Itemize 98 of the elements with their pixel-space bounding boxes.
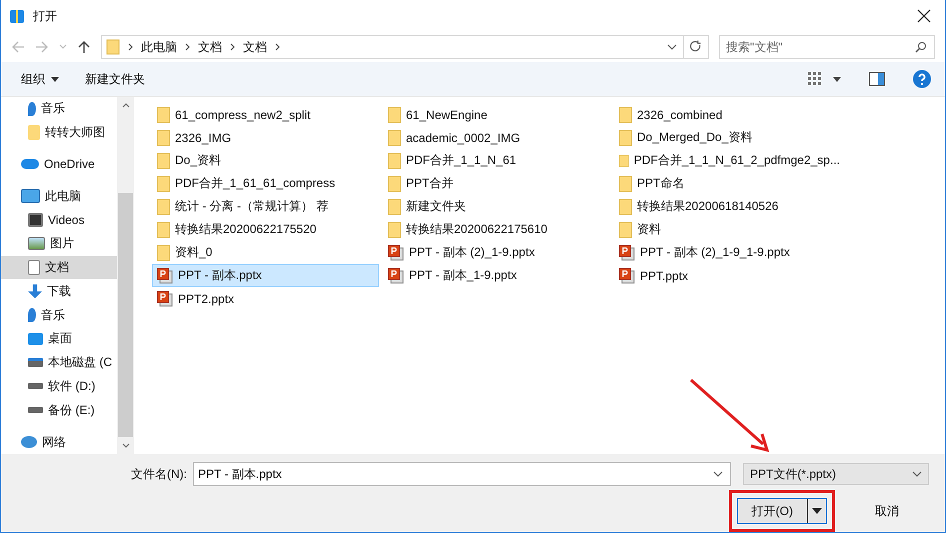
sidebar-item[interactable]: 本地磁盘 (C (1, 350, 117, 375)
folder-icon (619, 106, 632, 122)
folder-icon (388, 222, 401, 238)
filename-field[interactable]: PPT - 副本.pptx (193, 462, 731, 486)
chevron-icon[interactable] (275, 43, 280, 51)
caret-icon (51, 76, 59, 82)
file-item[interactable]: PDF合并_1_61_61_compress (152, 172, 379, 195)
folder-icon (157, 152, 170, 168)
file-item[interactable]: PPT - 副本 (2)_1-9_1-9.pptx (614, 241, 841, 264)
file-item[interactable]: PPT - 副本 (2)_1-9.pptx (383, 241, 610, 264)
folder-icon (157, 222, 170, 238)
sidebar-item[interactable]: 软件 (D:) (1, 374, 117, 398)
file-item[interactable]: PDF合并_1_1_N_61_2_pdfmge2_sp... (614, 149, 841, 172)
dropdown-caret-icon[interactable] (667, 44, 677, 50)
breadcrumb-item[interactable]: 此电脑 (141, 38, 177, 56)
scrollbar[interactable] (117, 97, 134, 454)
scroll-down-icon[interactable] (122, 443, 130, 448)
file-item[interactable]: 新建文件夹 (383, 195, 610, 218)
file-item[interactable]: PPT合并 (383, 172, 610, 195)
scroll-up-icon[interactable] (122, 103, 130, 108)
organize-menu-button[interactable]: 组织 (13, 66, 67, 92)
folder-icon (619, 176, 632, 192)
file-item[interactable]: academic_0002_IMG (383, 126, 610, 149)
refresh-icon[interactable] (684, 35, 709, 59)
up-arrow-icon[interactable] (77, 40, 91, 54)
file-item[interactable]: PPT.pptx (614, 264, 841, 287)
view-caret-icon[interactable] (833, 76, 841, 82)
folder-icon (388, 130, 401, 146)
file-type-dropdown[interactable]: PPT文件(*.pptx) (743, 463, 929, 485)
close-icon[interactable] (917, 9, 931, 23)
folder-icon (388, 106, 401, 122)
folder-icon (388, 198, 401, 214)
sidebar-item[interactable]: 文档 (1, 256, 117, 280)
sidebar-item[interactable]: 转转大师图 (1, 120, 117, 145)
file-item[interactable]: 2326_combined (614, 103, 841, 126)
open-split-button[interactable]: 打开(O) (736, 498, 827, 524)
dropdown-caret-icon (912, 471, 922, 477)
app-icon (9, 8, 25, 24)
help-icon[interactable] (913, 70, 931, 88)
search-field[interactable]: 搜索"文档" (719, 35, 935, 59)
address-bar[interactable]: 此电脑 文档 文档 (101, 35, 684, 59)
file-item[interactable]: PPT2.pptx (152, 287, 379, 310)
folder-icon (157, 130, 170, 146)
presentation-file-icon (157, 268, 173, 284)
breadcrumb-item[interactable]: 文档 (243, 38, 267, 56)
sidebar-item[interactable]: 图片 (1, 232, 117, 256)
sidebar-item[interactable]: 备份 (E:) (1, 398, 117, 422)
file-item[interactable]: 转换结果20200622175610 (383, 218, 610, 241)
preview-pane-icon[interactable] (869, 72, 885, 86)
folder-icon (157, 198, 170, 214)
file-item[interactable]: PDF合并_1_1_N_61 (383, 149, 610, 172)
file-item[interactable]: 资料_0 (152, 241, 379, 264)
file-item[interactable]: 转换结果20200622175520 (152, 218, 379, 241)
folder-icon (157, 244, 170, 260)
folder-icon (106, 39, 120, 55)
breadcrumb-item[interactable]: 文档 (198, 38, 222, 56)
chevron-icon[interactable] (185, 43, 190, 51)
folder-icon (619, 152, 629, 168)
folder-icon (619, 130, 632, 146)
presentation-file-icon (388, 244, 404, 260)
file-item[interactable]: 61_NewEngine (383, 103, 610, 126)
sidebar-item[interactable]: 下载 (1, 279, 117, 304)
filename-label: 文件名(N): (131, 466, 187, 482)
sidebar-item[interactable]: OneDrive (1, 152, 117, 176)
file-item[interactable]: Do_资料 (152, 149, 379, 172)
presentation-file-icon (388, 268, 404, 284)
presentation-file-icon (619, 268, 635, 284)
folder-icon (619, 198, 632, 214)
caret-icon[interactable] (812, 508, 822, 514)
file-item[interactable]: PPT - 副本_1-9.pptx (383, 264, 610, 287)
sidebar-item[interactable]: 网络 (1, 430, 117, 454)
chevron-icon[interactable] (230, 43, 235, 51)
folder-icon (388, 152, 401, 168)
file-item[interactable]: 资料 (614, 218, 841, 241)
chevron-icon[interactable] (128, 43, 133, 51)
file-item[interactable]: 统计 - 分离 -（常规计算） 荐 (152, 195, 379, 218)
folder-icon (619, 222, 632, 238)
file-item[interactable]: PPT命名 (614, 172, 841, 195)
search-icon (915, 41, 927, 53)
new-folder-button[interactable]: 新建文件夹 (77, 66, 153, 92)
file-item[interactable]: PPT - 副本.pptx (152, 264, 379, 287)
presentation-file-icon (619, 244, 635, 260)
file-item[interactable]: 2326_IMG (152, 126, 379, 149)
folder-icon (388, 176, 401, 192)
sidebar-item[interactable]: 音乐 (1, 303, 117, 328)
folder-icon (157, 106, 170, 122)
file-item[interactable]: 转换结果20200618140526 (614, 195, 841, 218)
view-grid-icon[interactable] (807, 71, 823, 87)
folder-icon (157, 176, 170, 192)
sidebar-item[interactable]: Videos (1, 208, 117, 232)
sidebar-item[interactable]: 此电脑 (1, 184, 117, 208)
presentation-file-icon (157, 290, 173, 306)
sidebar-item[interactable]: 音乐 (1, 97, 117, 121)
file-item[interactable]: 61_compress_new2_split (152, 103, 379, 126)
file-item[interactable]: Do_Merged_Do_资料 (614, 126, 841, 149)
sidebar-item[interactable]: 桌面 (1, 327, 117, 351)
window-title: 打开 (33, 8, 57, 24)
dropdown-caret-icon[interactable] (713, 471, 723, 477)
